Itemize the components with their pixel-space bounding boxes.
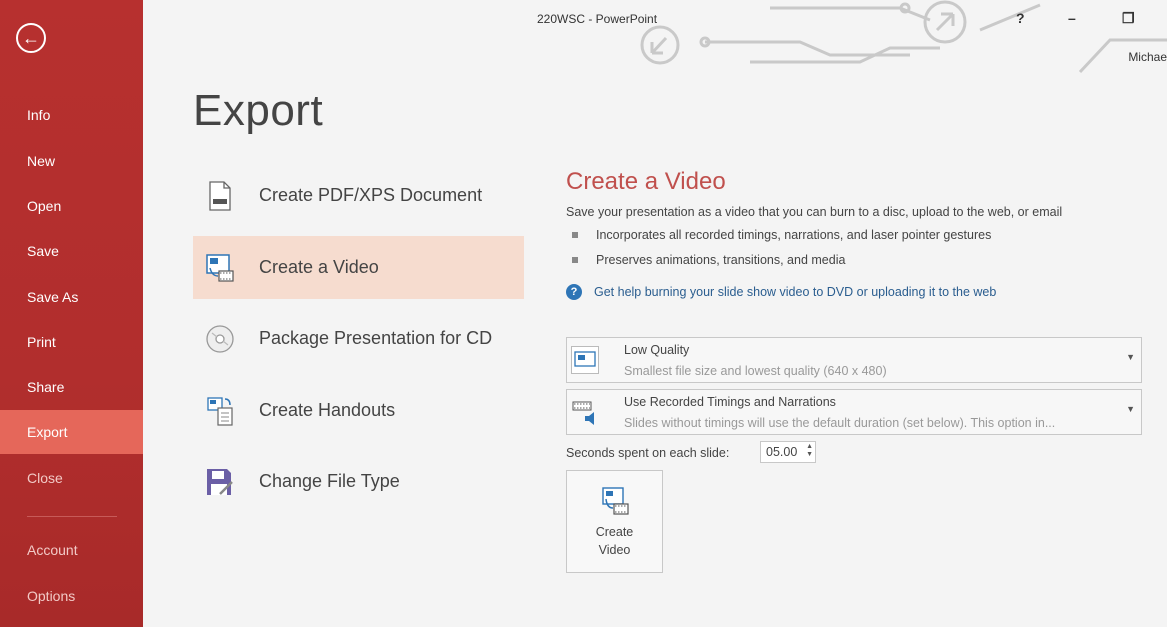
export-option-label: Create Handouts (259, 400, 396, 420)
export-option-label: Package Presentation for CD (259, 328, 493, 348)
account-name[interactable]: Michae (1128, 50, 1167, 64)
handouts-icon (205, 396, 235, 426)
nav-item-options[interactable]: Options (0, 574, 143, 618)
timings-dropdown[interactable]: Use Recorded Timings and Narrations Slid… (566, 389, 1142, 435)
quality-dropdown[interactable]: Low Quality Smallest file size and lowes… (566, 337, 1142, 383)
nav-item-label: Options (27, 588, 76, 604)
bullet-text: Preserves animations, transitions, and m… (596, 253, 846, 267)
bullet-square-icon (572, 257, 578, 263)
cd-icon (205, 324, 235, 354)
nav-item-label: Close (27, 470, 63, 486)
back-arrow-icon[interactable]: ← (16, 23, 46, 53)
nav-item-label: Save As (27, 289, 79, 305)
create-video-label: Create Video (595, 525, 634, 557)
bullet-text: Incorporates all recorded timings, narra… (596, 228, 992, 242)
spinner-arrows-icon[interactable]: ▲ ▼ (806, 443, 813, 459)
quality-monitor-icon (571, 346, 599, 374)
help-link-text[interactable]: Get help burning your slide show video t… (594, 285, 996, 299)
page-title: Export (193, 86, 324, 135)
export-option-package-cd[interactable]: Package Presentation for CD (193, 307, 524, 370)
export-option-label: Change File Type (259, 471, 400, 491)
chevron-down-icon[interactable]: ▼ (1126, 352, 1135, 362)
export-option-handouts[interactable]: Create Handouts (193, 379, 524, 442)
export-option-label: Create a Video (259, 257, 379, 277)
nav-item-label: Info (27, 107, 51, 123)
timings-description: Slides without timings will use the defa… (624, 416, 1056, 430)
nav-item-new[interactable]: New (0, 139, 143, 183)
nav-item-close[interactable]: Close (0, 456, 143, 500)
nav-divider (27, 516, 117, 517)
speaker-filmstrip-icon (571, 398, 599, 426)
nav-item-label: New (27, 153, 56, 169)
export-option-change-file-type[interactable]: Change File Type (193, 450, 524, 513)
minimize-button[interactable]: – (1068, 10, 1076, 26)
nav-item-label: Open (27, 198, 62, 214)
seconds-label: Seconds spent on each slide: (566, 446, 730, 460)
nav-item-info[interactable]: Info (0, 93, 143, 137)
chevron-down-icon[interactable]: ▼ (1126, 404, 1135, 414)
window-title: 220WSC - PowerPoint (537, 12, 658, 26)
nav-item-label: Print (27, 334, 56, 350)
export-option-label: Create PDF/XPS Document (259, 185, 483, 205)
nav-item-label: Export (27, 424, 68, 440)
change-file-type-icon (205, 467, 235, 497)
panel-title: Create a Video (566, 168, 726, 195)
panel-description: Save your presentation as a video that y… (566, 205, 1063, 219)
create-video-button[interactable]: Create Video (566, 470, 663, 573)
timings-selected: Use Recorded Timings and Narrations (624, 395, 836, 409)
nav-item-label: Account (27, 542, 78, 558)
create-video-icon (567, 486, 662, 521)
help-icon[interactable]: ? (1016, 10, 1025, 26)
pdf-document-icon (205, 180, 235, 211)
seconds-spinner[interactable]: 05.00 ▲ ▼ (760, 441, 816, 463)
help-question-icon: ? (566, 284, 582, 300)
maximize-button[interactable]: ❐ (1122, 10, 1135, 27)
nav-item-print[interactable]: Print (0, 320, 143, 364)
help-link[interactable]: ? Get help burning your slide show video… (566, 284, 996, 300)
nav-item-save[interactable]: Save (0, 229, 143, 273)
quality-selected: Low Quality (624, 343, 690, 357)
nav-item-open[interactable]: Open (0, 184, 143, 228)
nav-item-export[interactable]: Export (0, 410, 143, 454)
export-option-video[interactable]: Create a Video (193, 236, 524, 299)
nav-item-label: Share (27, 379, 65, 395)
feature-bullet: Incorporates all recorded timings, narra… (572, 228, 991, 242)
video-icon (205, 253, 235, 283)
quality-description: Smallest file size and lowest quality (6… (624, 364, 887, 378)
seconds-value[interactable]: 05.00 (766, 445, 797, 459)
backstage-nav: ← Info New Open Save Save As Print Share… (0, 0, 143, 627)
bullet-square-icon (572, 232, 578, 238)
titlebar-decoration (640, 0, 1167, 74)
export-option-pdf[interactable]: Create PDF/XPS Document (193, 164, 524, 227)
feature-bullet: Preserves animations, transitions, and m… (572, 253, 845, 267)
nav-item-label: Save (27, 243, 59, 259)
nav-item-share[interactable]: Share (0, 365, 143, 409)
nav-item-save-as[interactable]: Save As (0, 275, 143, 319)
nav-item-account[interactable]: Account (0, 528, 143, 572)
